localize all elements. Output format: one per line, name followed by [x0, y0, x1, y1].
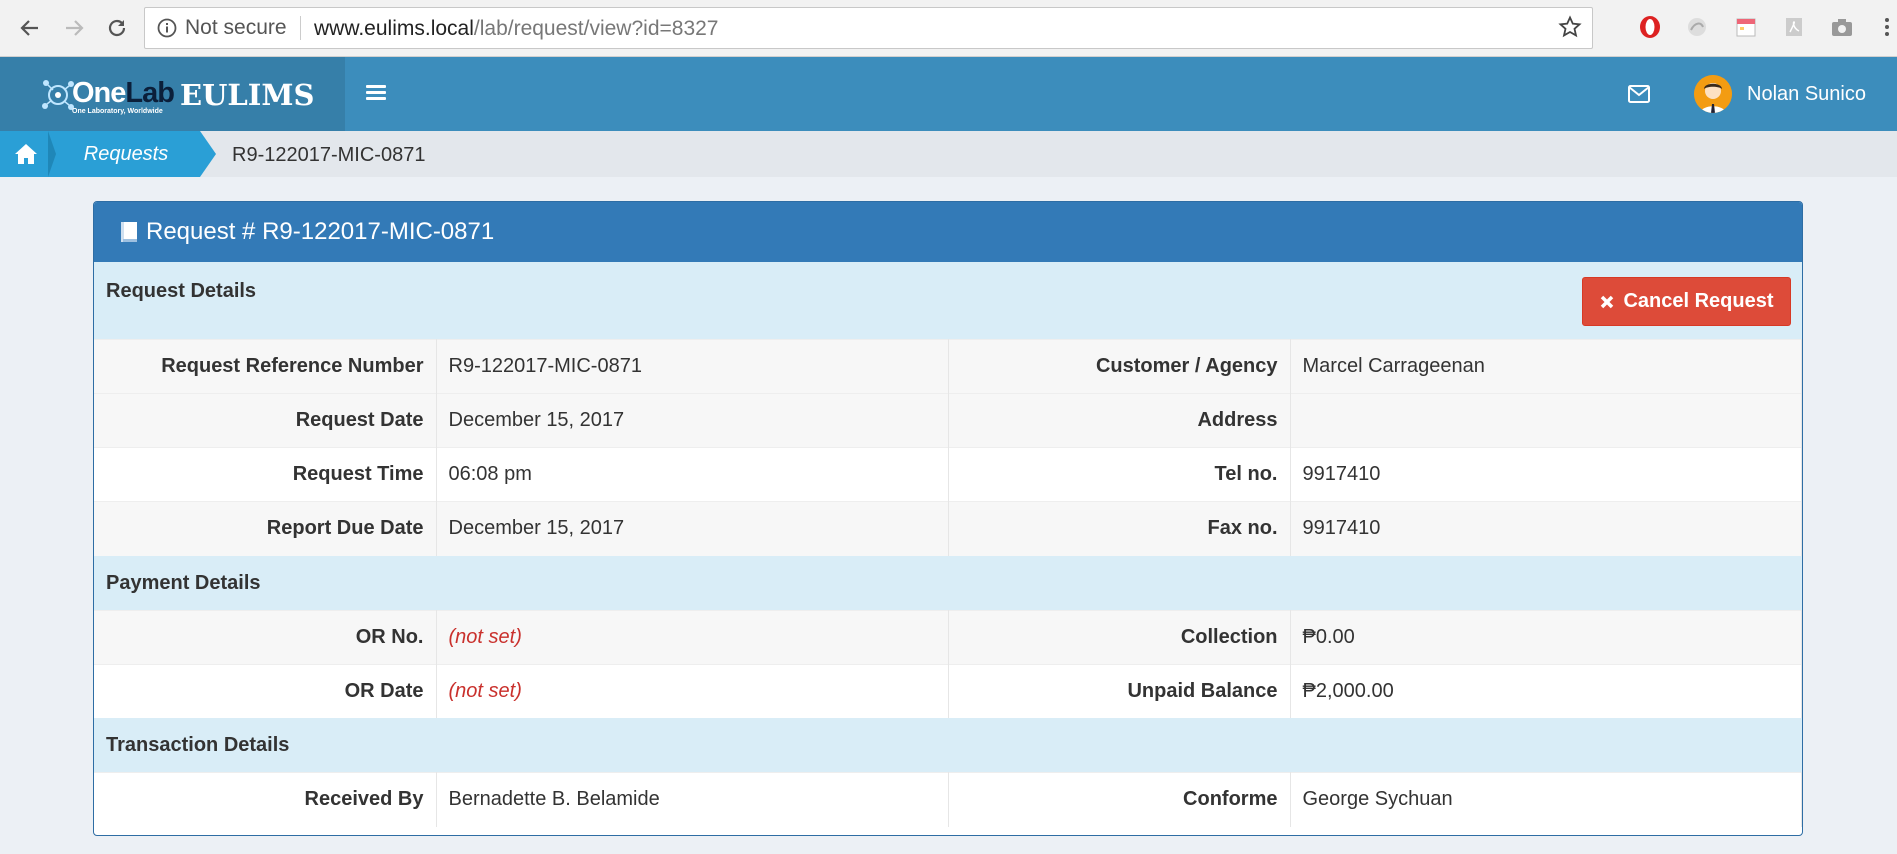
field-value: ₱0.00: [1290, 609, 1802, 664]
field-value: December 15, 2017: [436, 501, 949, 556]
payment-details-table: OR No. (not set) Collection ₱0.00 OR Dat…: [94, 609, 1802, 718]
panel-title: Request # R9-122017-MIC-0871: [146, 218, 495, 245]
panel-heading: Request # R9-122017-MIC-0871: [94, 202, 1802, 262]
field-value: (not set): [436, 609, 949, 664]
request-panel: Request # R9-122017-MIC-0871 Request Det…: [93, 201, 1803, 836]
extension-swirl-icon[interactable]: [1684, 14, 1710, 40]
browser-menu-icon[interactable]: [1880, 14, 1894, 40]
section-label: Payment Details: [106, 571, 261, 594]
field-label: Address: [948, 393, 1291, 448]
logo-lab-text: Lab: [125, 77, 175, 109]
field-value: ₱2,000.00: [1290, 663, 1802, 718]
field-label: Conforme: [948, 772, 1291, 827]
field-label: Request Time: [94, 447, 437, 502]
extension-camera-icon[interactable]: [1829, 14, 1855, 40]
field-value: Marcel Carrageenan: [1290, 339, 1802, 394]
field-value: 9917410: [1290, 447, 1802, 502]
logo-eulims: EULIMS: [180, 78, 315, 112]
close-icon: [1601, 295, 1614, 308]
menu-icon-bar: [366, 85, 386, 88]
url-host: www.eulims.local: [314, 17, 474, 40]
security-label: Not secure: [185, 16, 287, 39]
home-icon: [15, 144, 37, 164]
field-value: [1290, 393, 1802, 448]
url-text[interactable]: www.eulims.local/lab/request/view?id=832…: [314, 17, 718, 41]
field-label: Request Date: [94, 393, 437, 448]
field-label: Received By: [94, 772, 437, 827]
cancel-request-label: Cancel Request: [1623, 290, 1774, 312]
logo-one-text: One: [72, 77, 126, 109]
table-row: Received By Bernadette B. Belamide Confo…: [94, 772, 1802, 827]
bookmark-star-icon[interactable]: [1558, 15, 1582, 45]
section-payment-details: Payment Details: [94, 555, 1802, 610]
sidebar-toggle-button[interactable]: [366, 82, 386, 106]
field-label: OR Date: [94, 663, 437, 718]
field-label: Collection: [948, 609, 1291, 664]
cancel-request-button[interactable]: Cancel Request: [1582, 277, 1791, 326]
field-value: (not set): [436, 663, 949, 718]
field-label: Report Due Date: [94, 501, 437, 556]
table-row: Request Date December 15, 2017 Address: [94, 393, 1802, 448]
breadcrumb-current: R9-122017-MIC-0871: [232, 144, 426, 166]
field-value: R9-122017-MIC-0871: [436, 339, 949, 394]
field-value: George Sychuan: [1290, 772, 1802, 827]
menu-icon-bar: [366, 91, 386, 94]
field-label: Request Reference Number: [94, 339, 437, 394]
field-value: 06:08 pm: [436, 447, 949, 502]
field-value: Bernadette B. Belamide: [436, 772, 949, 827]
menu-icon-bar: [366, 97, 386, 100]
breadcrumb-requests[interactable]: Requests: [52, 131, 216, 177]
arrow-left-icon: [20, 20, 38, 36]
back-button[interactable]: [14, 12, 46, 44]
table-row: Request Time 06:08 pm Tel no. 9917410: [94, 447, 1802, 502]
logo-onelab: OneLab: [72, 77, 175, 110]
book-icon: [121, 222, 137, 242]
field-label: Tel no.: [948, 447, 1291, 502]
field-label: OR No.: [94, 609, 437, 664]
field-label: Fax no.: [948, 501, 1291, 556]
field-value: 9917410: [1290, 501, 1802, 556]
field-label: Customer / Agency: [948, 339, 1291, 394]
extension-calendar-icon[interactable]: [1733, 14, 1759, 40]
table-row: Request Reference Number R9-122017-MIC-0…: [94, 339, 1802, 394]
browser-toolbar: Not secure www.eulims.local/lab/request/…: [0, 0, 1897, 57]
field-label: Unpaid Balance: [948, 663, 1291, 718]
field-value: December 15, 2017: [436, 393, 949, 448]
breadcrumb: Requests R9-122017-MIC-0871: [0, 131, 1897, 177]
reload-button[interactable]: [101, 12, 133, 44]
user-avatar[interactable]: [1694, 75, 1732, 113]
table-row: Report Due Date December 15, 2017 Fax no…: [94, 501, 1802, 556]
reload-icon: [108, 19, 126, 37]
user-name[interactable]: Nolan Sunico: [1747, 83, 1866, 106]
section-transaction-details: Transaction Details: [94, 718, 1802, 772]
table-row: OR No. (not set) Collection ₱0.00: [94, 609, 1802, 664]
section-request-details: Request Details Cancel Request: [94, 262, 1802, 339]
table-row: OR Date (not set) Unpaid Balance ₱2,000.…: [94, 663, 1802, 718]
address-bar[interactable]: Not secure www.eulims.local/lab/request/…: [144, 7, 1593, 49]
extension-pdf-icon[interactable]: [1781, 14, 1807, 40]
avatar-image: [1694, 75, 1732, 113]
request-details-table: Request Reference Number R9-122017-MIC-0…: [94, 339, 1802, 556]
extension-opera-icon[interactable]: [1637, 14, 1663, 40]
envelope-icon: [1628, 85, 1650, 103]
separator: [300, 16, 301, 40]
url-path: /lab/request/view?id=8327: [473, 17, 719, 40]
breadcrumb-home[interactable]: [0, 131, 56, 177]
info-icon: [157, 18, 177, 38]
messages-button[interactable]: [1628, 85, 1650, 108]
arrow-right-icon: [66, 20, 84, 36]
transaction-details-table: Received By Bernadette B. Belamide Confo…: [94, 772, 1802, 827]
security-indicator[interactable]: Not secure: [157, 16, 287, 40]
section-label: Request Details: [106, 280, 257, 302]
app-header: OneLab One Laboratory, Worldwide EULIMS …: [0, 57, 1897, 131]
section-label: Transaction Details: [106, 734, 290, 756]
logo[interactable]: OneLab One Laboratory, Worldwide EULIMS: [0, 57, 345, 131]
forward-button[interactable]: [58, 12, 90, 44]
logo-tagline: One Laboratory, Worldwide: [72, 108, 163, 115]
